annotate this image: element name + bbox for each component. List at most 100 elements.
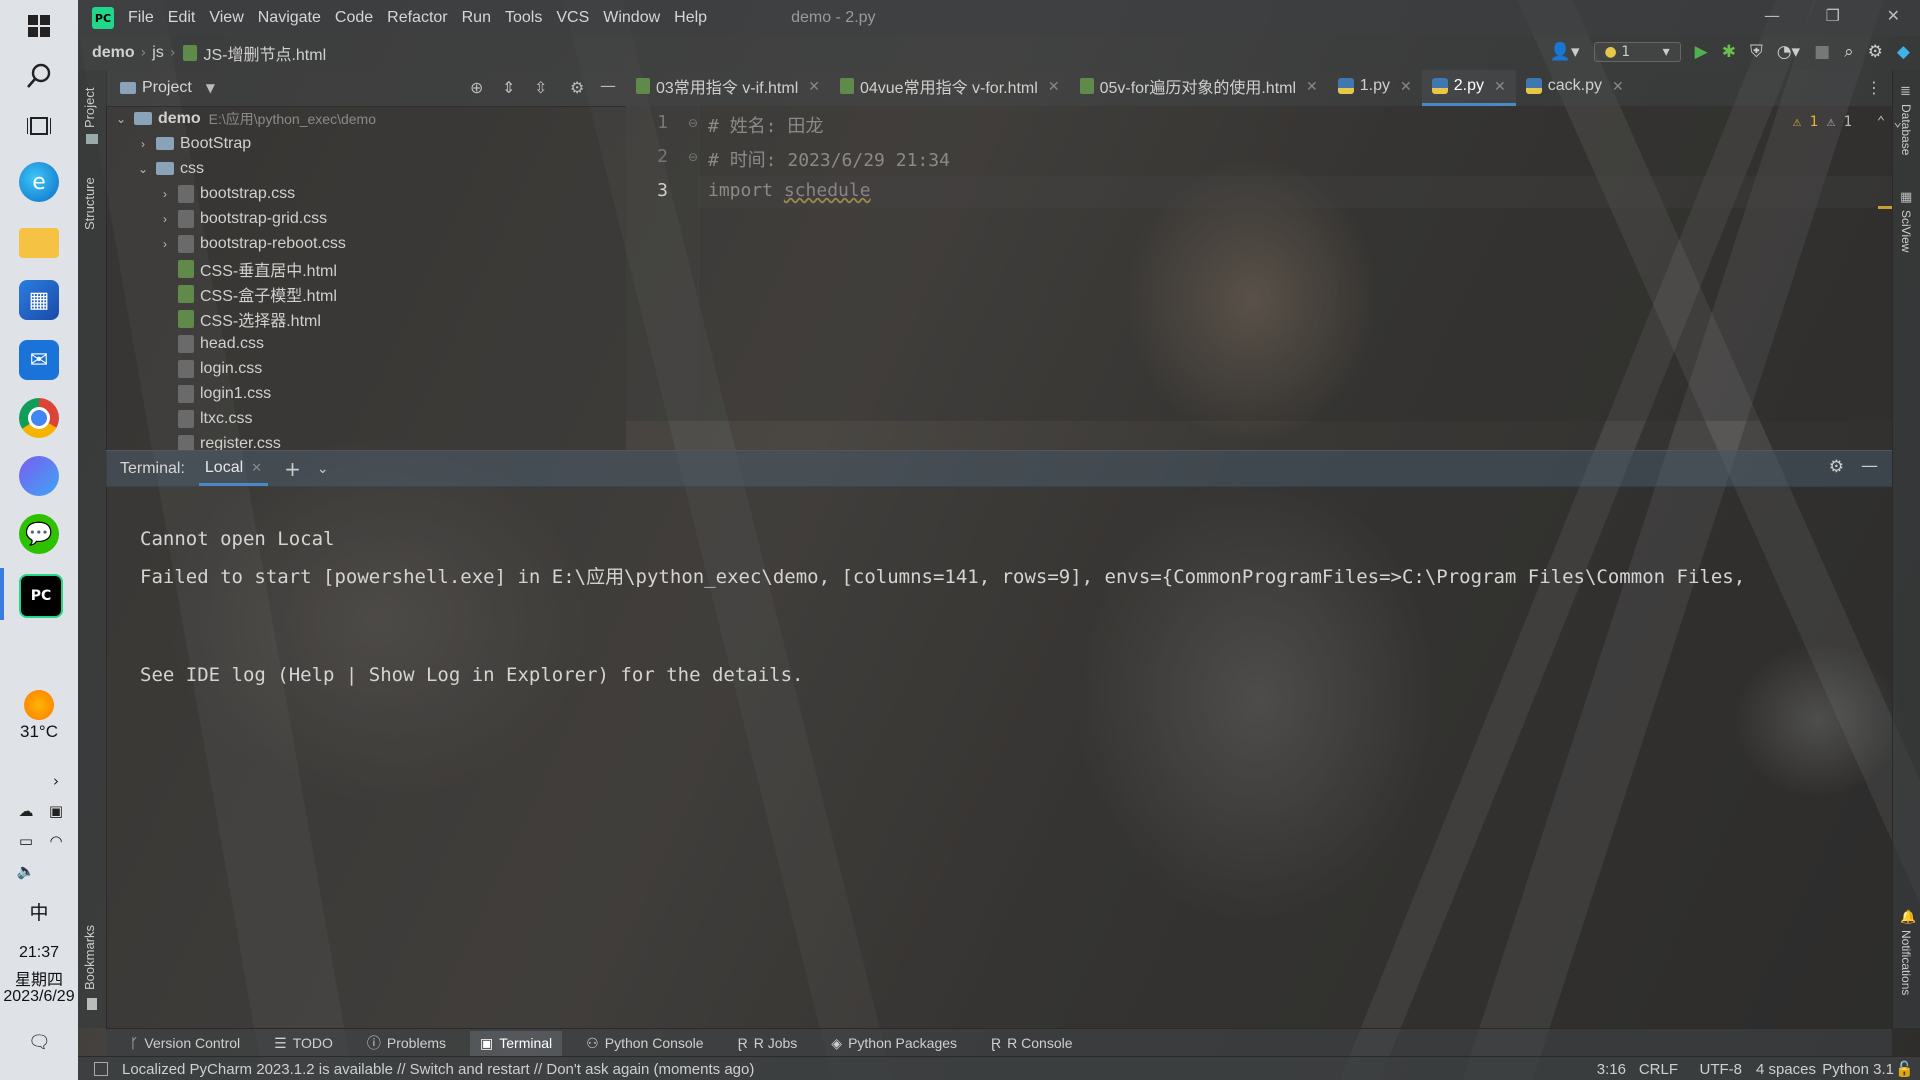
- close-tab-icon[interactable]: ✕: [251, 460, 262, 475]
- cloud-icon[interactable]: ☁: [16, 802, 36, 822]
- toggle-tool-windows-icon[interactable]: [94, 1062, 108, 1076]
- menu-run[interactable]: Run: [462, 9, 491, 27]
- lock-icon[interactable]: 🔓: [1895, 1060, 1914, 1078]
- collapse-arrow-icon[interactable]: ›: [158, 187, 172, 201]
- file-encoding[interactable]: UTF-8: [1700, 1061, 1743, 1078]
- prev-next-highlight-icon[interactable]: ⌃ ⌄: [1877, 114, 1902, 130]
- expand-arrow-icon[interactable]: ⌄: [114, 112, 128, 126]
- collapse-arrow-icon[interactable]: ›: [158, 237, 172, 251]
- tool-tab-python-packages[interactable]: ◈ Python Packages: [821, 1031, 967, 1056]
- search-everywhere-icon[interactable]: ⌕: [1844, 42, 1854, 62]
- stop-icon[interactable]: ■: [1814, 42, 1830, 62]
- menu-vcs[interactable]: VCS: [556, 9, 589, 27]
- restore-icon[interactable]: ❐: [1826, 6, 1840, 25]
- settings-gear-icon[interactable]: ⚙: [1868, 42, 1883, 62]
- run-icon[interactable]: ▶: [1695, 42, 1708, 62]
- edge-browser-icon[interactable]: e: [19, 162, 59, 202]
- menu-tools[interactable]: Tools: [505, 9, 542, 27]
- scrollbar-warning-marker[interactable]: [1878, 206, 1892, 209]
- tree-item[interactable]: CSS-选择器.html: [106, 306, 626, 331]
- menu-file[interactable]: File: [128, 9, 154, 27]
- battery-icon[interactable]: ▭: [16, 832, 36, 852]
- editor-tab[interactable]: 1.py ✕: [1328, 70, 1422, 103]
- pycharm-taskbar-icon[interactable]: PC: [19, 574, 63, 618]
- chrome-icon[interactable]: [19, 398, 59, 438]
- tree-item[interactable]: › bootstrap-grid.css: [106, 206, 626, 231]
- menu-code[interactable]: Code: [335, 9, 373, 27]
- wifi-icon[interactable]: ◠: [46, 832, 66, 852]
- menu-edit[interactable]: Edit: [168, 9, 196, 27]
- tree-item[interactable]: › bootstrap.css: [106, 181, 626, 206]
- task-view-icon[interactable]: [19, 106, 59, 146]
- tool-tab-r-jobs[interactable]: Ɽ R Jobs: [728, 1031, 808, 1055]
- terminal-output[interactable]: Cannot open Local Failed to start [power…: [106, 486, 1892, 1028]
- collapse-all-icon[interactable]: ⇳: [534, 78, 547, 97]
- expand-all-icon[interactable]: ⇕: [502, 78, 515, 97]
- clock-time[interactable]: 21:37: [0, 944, 78, 962]
- project-tool-button[interactable]: Project: [82, 88, 97, 128]
- editor-tab[interactable]: 05v-for遍历对象的使用.html ✕: [1070, 70, 1328, 103]
- python-interpreter[interactable]: Python 3.1: [1822, 1061, 1894, 1078]
- jetbrains-ai-icon[interactable]: ◆: [1897, 42, 1910, 62]
- tree-item[interactable]: CSS-盒子模型.html: [106, 281, 626, 306]
- input-method-indicator[interactable]: 中: [0, 898, 78, 925]
- tree-item[interactable]: › BootStrap: [106, 131, 626, 156]
- minimize-icon[interactable]: —: [1764, 6, 1780, 25]
- line-separator[interactable]: CRLF: [1639, 1061, 1678, 1078]
- close-tab-icon[interactable]: ✕: [1612, 78, 1624, 95]
- bookmarks-tool-button[interactable]: Bookmarks: [82, 925, 97, 990]
- debug-icon[interactable]: ✱: [1722, 42, 1736, 62]
- search-icon[interactable]: [19, 56, 59, 96]
- wechat-icon[interactable]: 💬: [19, 514, 59, 554]
- panel-settings-gear-icon[interactable]: ⚙: [570, 78, 584, 97]
- editor-tab[interactable]: cack.py ✕: [1516, 70, 1634, 103]
- fold-icon[interactable]: ⊖: [688, 116, 698, 130]
- chevron-down-icon[interactable]: ▼: [206, 81, 215, 95]
- tree-item[interactable]: › bootstrap-reboot.css: [106, 231, 626, 256]
- notification-center-icon[interactable]: 🗨: [28, 1032, 51, 1053]
- weather-temperature[interactable]: 31°C: [0, 722, 78, 742]
- tree-item[interactable]: head.css: [106, 331, 626, 356]
- coverage-icon[interactable]: ⛨: [1750, 42, 1763, 62]
- editor-tab[interactable]: 04vue常用指令 v-for.html ✕: [830, 70, 1070, 103]
- editor-tab[interactable]: 03常用指令 v-if.html ✕: [626, 70, 830, 103]
- hide-terminal-icon[interactable]: —: [1861, 456, 1878, 476]
- tool-tab-python-console[interactable]: ⚇ Python Console: [576, 1031, 713, 1056]
- tool-tab-problems[interactable]: ⓘ Problems: [357, 1029, 456, 1057]
- close-tab-icon[interactable]: ✕: [1048, 78, 1060, 95]
- caret-position[interactable]: 3:16: [1597, 1061, 1626, 1078]
- menu-view[interactable]: View: [209, 9, 243, 27]
- clock-date[interactable]: 2023/6/29: [0, 988, 78, 1006]
- weak-warning-indicator[interactable]: ⚠ 1: [1827, 114, 1852, 130]
- close-icon[interactable]: ✕: [1887, 6, 1900, 25]
- tree-item[interactable]: login.css: [106, 356, 626, 381]
- project-panel-title[interactable]: Project: [142, 79, 192, 97]
- breadcrumb-demo[interactable]: demo: [92, 44, 135, 62]
- profile-icon[interactable]: ◔▾: [1777, 42, 1800, 62]
- close-tab-icon[interactable]: ✕: [1306, 78, 1318, 95]
- menu-help[interactable]: Help: [674, 9, 707, 27]
- fold-icon[interactable]: ⊖: [688, 150, 698, 164]
- display-icon[interactable]: ▣: [46, 802, 66, 822]
- more-options-icon[interactable]: ⋮: [1866, 78, 1882, 97]
- tool-tab-terminal[interactable]: ▣ Terminal: [470, 1030, 563, 1056]
- new-terminal-plus-icon[interactable]: +: [284, 457, 301, 481]
- collapse-arrow-icon[interactable]: ›: [158, 212, 172, 226]
- menu-refactor[interactable]: Refactor: [387, 9, 447, 27]
- file-explorer-icon[interactable]: [19, 228, 59, 258]
- tree-root[interactable]: ⌄ demo E:\应用\python_exec\demo: [106, 106, 626, 131]
- weather-icon[interactable]: [24, 690, 54, 720]
- user-icon[interactable]: 👤▾: [1550, 42, 1580, 62]
- breadcrumb-js[interactable]: js: [152, 44, 164, 62]
- hide-panel-icon[interactable]: —: [600, 76, 616, 95]
- volume-icon[interactable]: 🔈: [16, 862, 36, 882]
- tree-item[interactable]: register.css: [106, 431, 626, 450]
- menu-navigate[interactable]: Navigate: [258, 9, 321, 27]
- editor-tab[interactable]: 2.py ✕: [1421, 70, 1516, 106]
- tree-item[interactable]: ⌄ css: [106, 156, 626, 181]
- breadcrumb-file[interactable]: JS-增删节点.html: [203, 41, 326, 65]
- terminal-tab-local[interactable]: Local ✕: [198, 453, 269, 486]
- tree-item[interactable]: ltxc.css: [106, 406, 626, 431]
- clock-weekday[interactable]: 星期四: [0, 966, 78, 990]
- terminal-dropdown-icon[interactable]: ⌄: [317, 461, 329, 477]
